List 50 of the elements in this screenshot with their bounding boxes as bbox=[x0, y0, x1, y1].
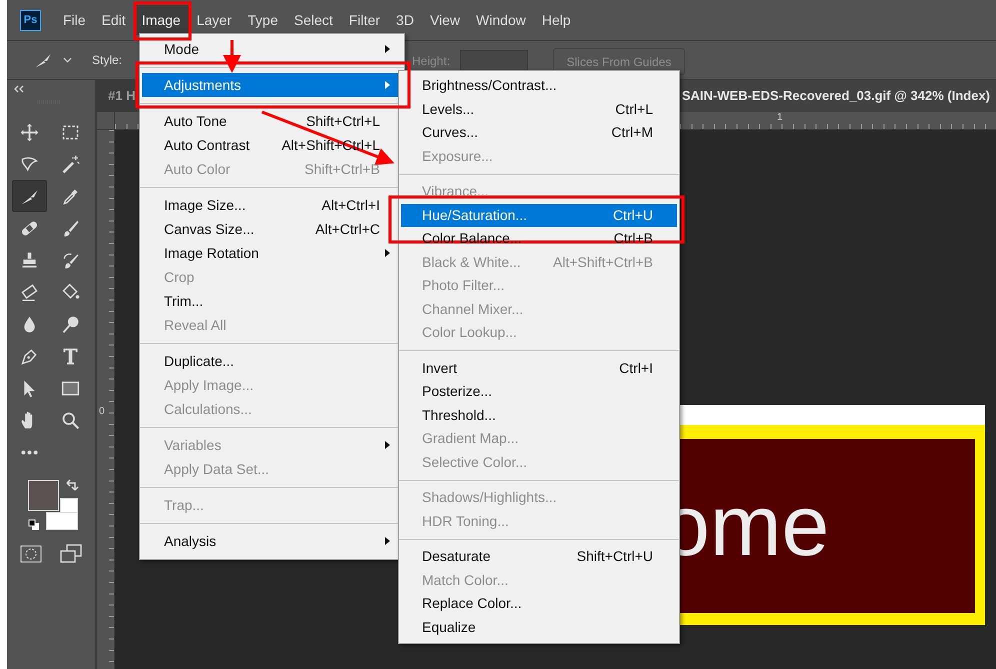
quick-mask-icon[interactable] bbox=[20, 545, 42, 563]
highlight-box bbox=[134, 2, 192, 40]
menu-item[interactable]: Image Rotation bbox=[142, 241, 402, 265]
collapse-icon[interactable] bbox=[13, 85, 25, 93]
menu-item[interactable]: Levels... Ctrl+L bbox=[401, 98, 677, 121]
annotation-arrow bbox=[223, 40, 241, 73]
height-field[interactable] bbox=[460, 50, 528, 72]
move-icon[interactable] bbox=[19, 122, 40, 142]
app-logo[interactable]: Ps bbox=[20, 10, 41, 30]
background-color-swatch[interactable] bbox=[46, 498, 78, 530]
search-icon[interactable] bbox=[60, 410, 81, 430]
height-label: Height: bbox=[412, 53, 450, 70]
default-colors-icon[interactable] bbox=[28, 519, 40, 531]
menu-item[interactable]: Equalize bbox=[401, 616, 677, 639]
menu-item[interactable]: Mode bbox=[142, 37, 402, 61]
caret-icon[interactable] bbox=[63, 57, 72, 63]
menu-item[interactable]: Canvas Size... Alt+Ctrl+C bbox=[142, 217, 402, 241]
menu-item[interactable]: Filter bbox=[340, 5, 388, 35]
dodge-icon[interactable] bbox=[60, 314, 81, 334]
menu-item[interactable]: Auto Tone Shift+Ctrl+L bbox=[142, 109, 402, 133]
menu-item[interactable]: Select bbox=[286, 5, 341, 35]
menu-item[interactable]: Analysis bbox=[142, 529, 402, 553]
menu-item[interactable]: Posterize... bbox=[401, 380, 677, 404]
foreground-color-swatch[interactable] bbox=[28, 480, 59, 511]
menu-item[interactable]: Curves... Ctrl+M bbox=[401, 121, 677, 144]
eraser-icon[interactable] bbox=[19, 282, 40, 302]
menu-item[interactable]: Edit bbox=[94, 5, 134, 35]
menu-item[interactable]: Trim... bbox=[142, 289, 402, 313]
menu-item[interactable]: Brightness/Contrast... bbox=[401, 74, 677, 98]
swap-colors-icon[interactable] bbox=[65, 479, 79, 493]
tool-button[interactable] bbox=[12, 180, 47, 212]
menu-item[interactable]: Duplicate... bbox=[142, 349, 402, 373]
menu-item[interactable]: Invert Ctrl+I bbox=[401, 356, 677, 380]
screen-mode-icon[interactable] bbox=[60, 544, 82, 564]
menu-item[interactable]: File bbox=[55, 5, 94, 35]
menu-item[interactable]: Type bbox=[240, 5, 286, 35]
menu-item[interactable]: Image Size... Alt+Ctrl+I bbox=[142, 193, 402, 217]
style-label: Style: bbox=[92, 52, 122, 69]
menu-item[interactable]: 3D bbox=[388, 5, 422, 35]
menu-item[interactable]: Hue/Saturation... Ctrl+U bbox=[401, 204, 677, 227]
ruler-label: 0 bbox=[99, 406, 105, 418]
document-tab[interactable]: #1 H bbox=[97, 80, 137, 112]
menu-item[interactable]: Threshold... bbox=[401, 404, 677, 427]
menu-item[interactable]: Window bbox=[468, 5, 534, 35]
magic-wand-icon[interactable] bbox=[60, 154, 81, 174]
menu-item[interactable]: Layer bbox=[188, 5, 240, 35]
menu-item[interactable]: Desaturate Shift+Ctrl+U bbox=[401, 545, 677, 568]
menu-item[interactable]: View bbox=[422, 5, 468, 35]
menu-item[interactable]: Help bbox=[534, 5, 579, 35]
menu-item[interactable]: Replace Color... bbox=[401, 592, 677, 616]
